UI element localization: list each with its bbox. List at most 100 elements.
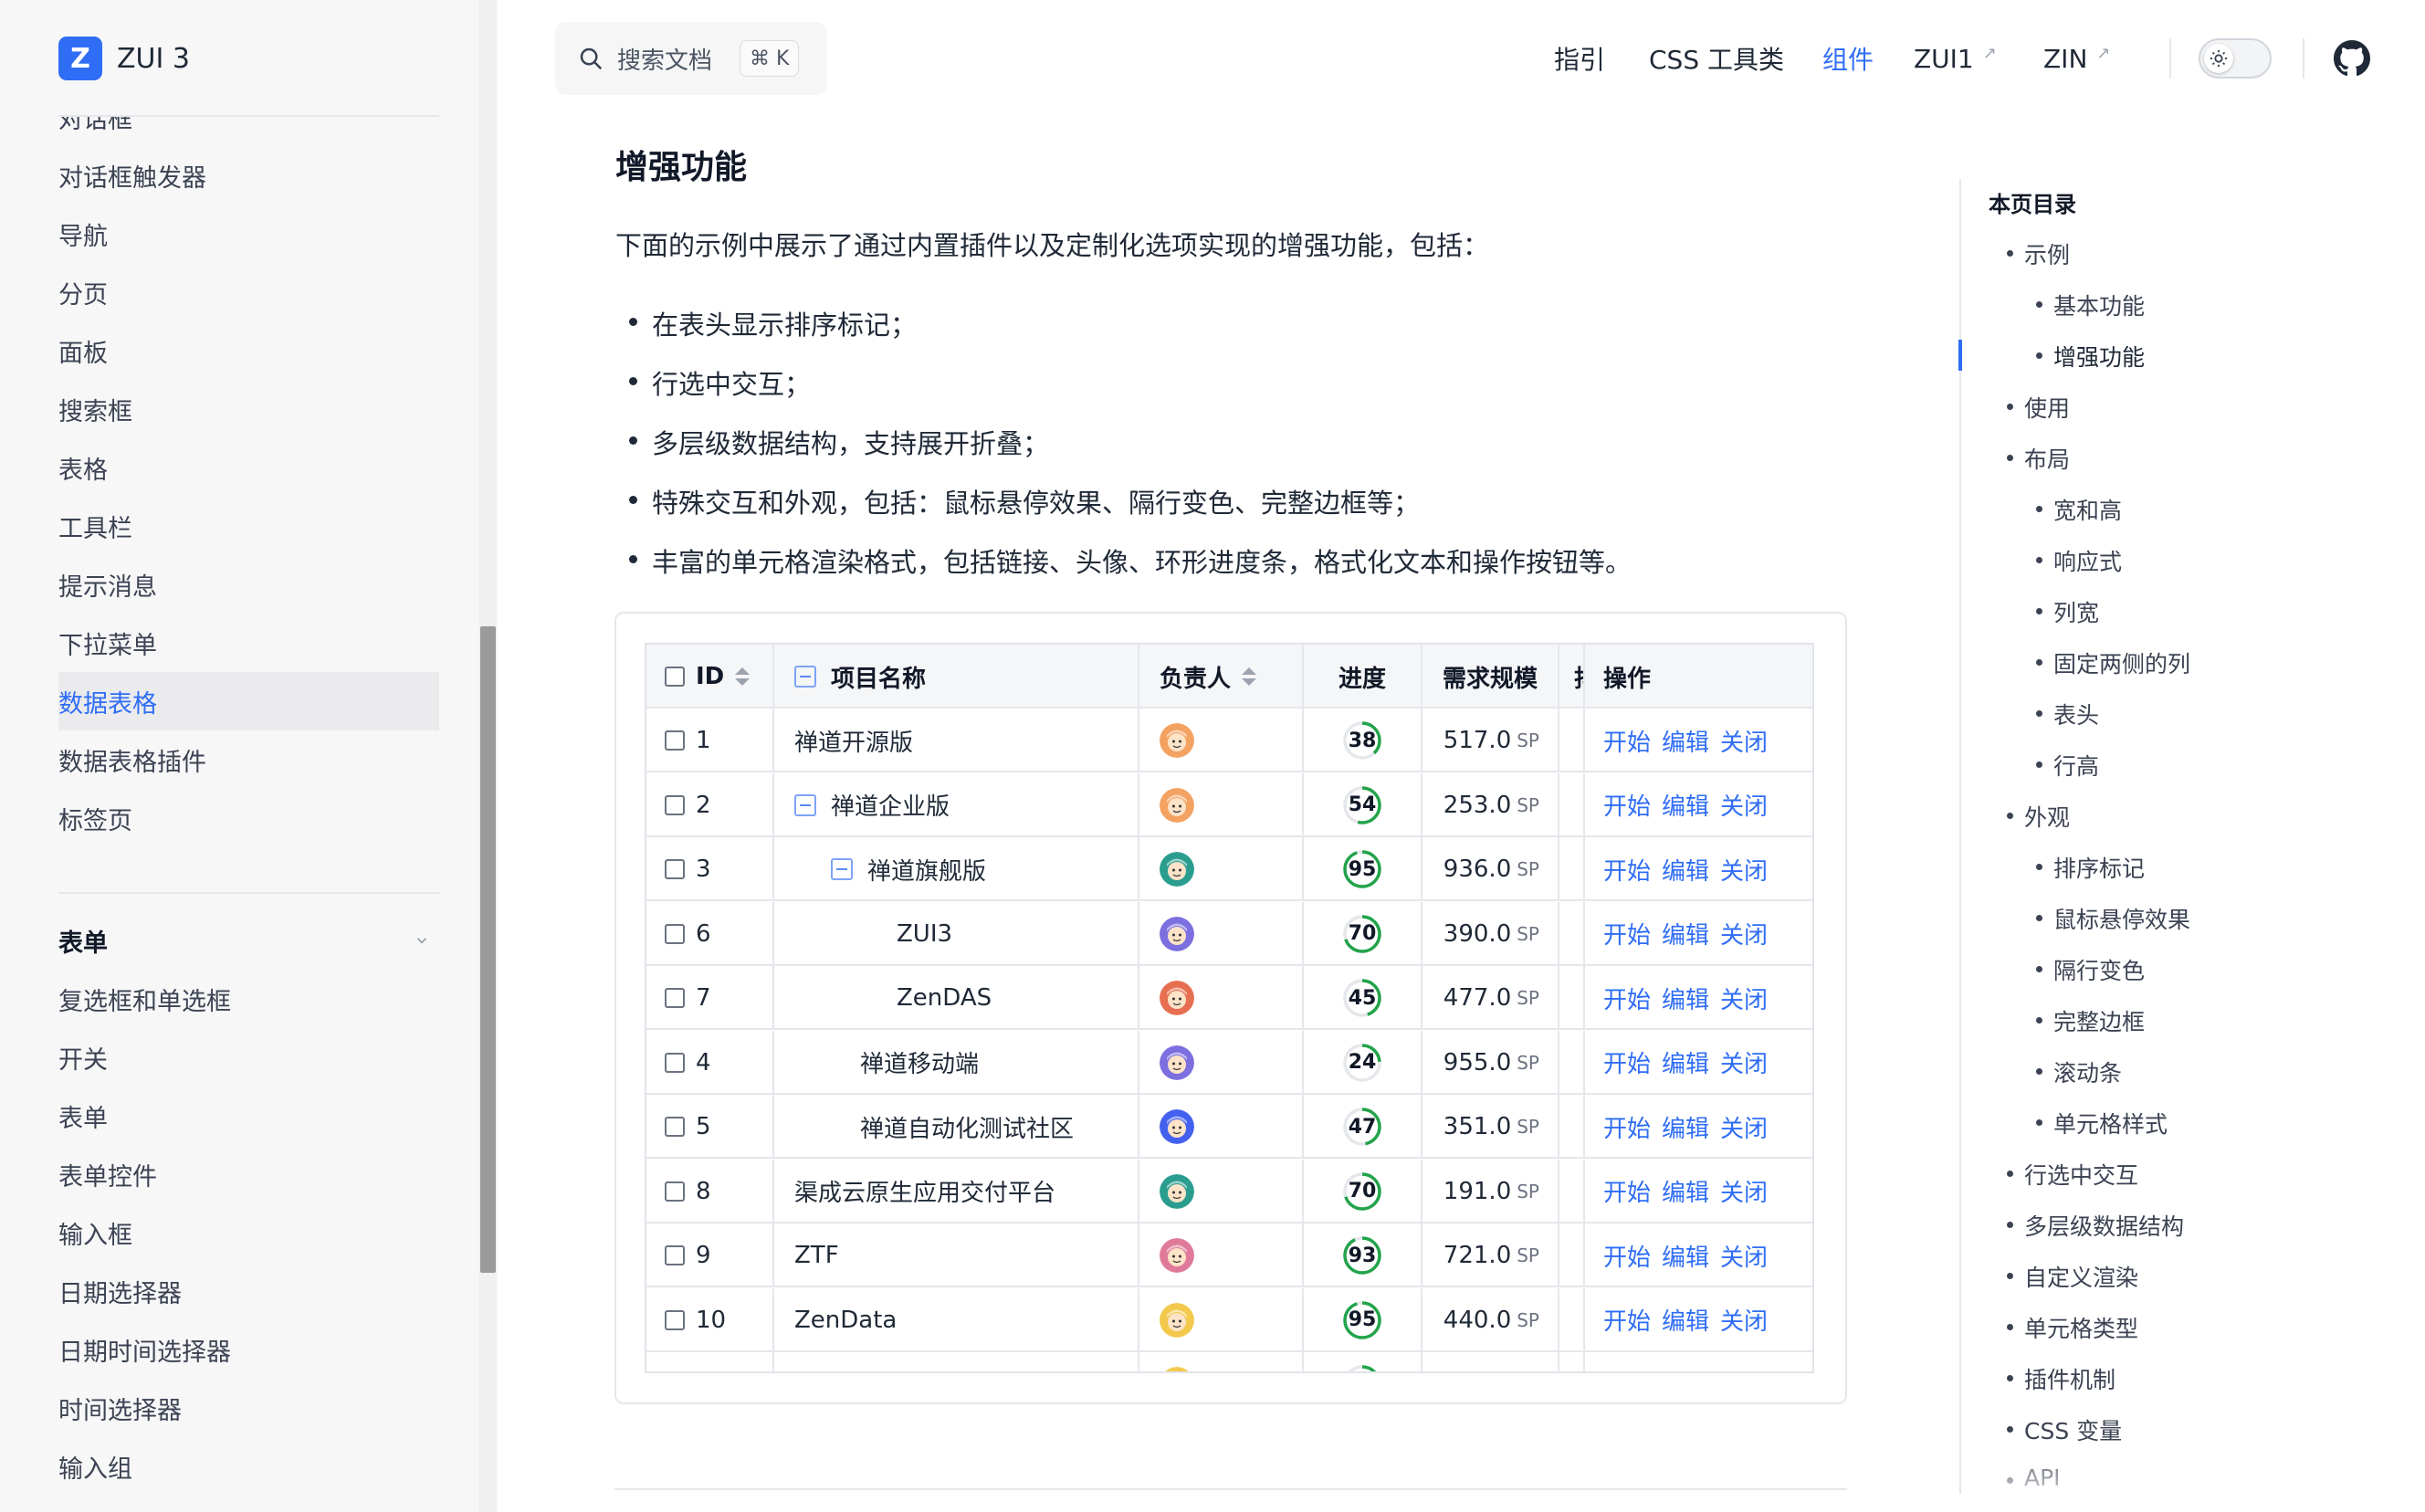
collapse-all-icon[interactable] xyxy=(794,666,816,688)
sidebar-item[interactable]: 导航 xyxy=(58,205,439,263)
edit-link[interactable]: 编辑 xyxy=(1662,917,1709,950)
top-nav-link[interactable]: ZUI1 ↗ xyxy=(1914,37,1997,80)
edit-link[interactable]: 编辑 xyxy=(1662,1110,1709,1144)
column-header-name[interactable]: 项目名称 xyxy=(774,645,1139,709)
row-checkbox[interactable] xyxy=(665,988,685,1008)
edit-link[interactable]: 编辑 xyxy=(1662,1303,1709,1337)
sidebar-item[interactable]: 表格 xyxy=(58,438,439,497)
sidebar-scrollbar-thumb[interactable] xyxy=(480,626,496,1273)
search-button[interactable]: 搜索文档 ⌘ K xyxy=(555,22,827,95)
close-link[interactable]: 关闭 xyxy=(1720,982,1768,1015)
table-row[interactable]: 4 禅道移动端 24 955.0 SP 开始 编辑 关闭 xyxy=(646,1030,1812,1095)
close-link[interactable]: 关闭 xyxy=(1720,1239,1768,1273)
sidebar-item[interactable]: 数据表格插件 xyxy=(58,730,439,789)
toc-item[interactable]: 排序标记 xyxy=(2035,851,2145,884)
theme-toggle[interactable] xyxy=(2199,38,2272,79)
select-all-checkbox[interactable] xyxy=(665,667,685,687)
start-link[interactable]: 开始 xyxy=(1603,724,1651,758)
table-row[interactable]: 10 ZenData 95 440.0 SP 开始 编辑 关闭 xyxy=(646,1287,1812,1352)
column-header-id[interactable]: ID xyxy=(646,645,774,709)
sidebar-item[interactable]: 日期时间选择器 xyxy=(58,1320,439,1379)
start-link[interactable]: 开始 xyxy=(1603,1045,1651,1079)
sidebar-item[interactable]: 工具栏 xyxy=(58,497,439,555)
sidebar-item[interactable]: 时间选择器 xyxy=(58,1379,439,1437)
close-link[interactable]: 关闭 xyxy=(1720,1174,1768,1208)
brand-logo[interactable]: Z ZUI 3 xyxy=(58,37,190,80)
close-link[interactable]: 关闭 xyxy=(1720,853,1768,887)
sidebar-item[interactable]: 输入框 xyxy=(58,1203,439,1262)
toc-item[interactable]: 布局 xyxy=(2006,442,2070,475)
row-checkbox[interactable] xyxy=(665,1245,685,1265)
toc-item[interactable]: 列宽 xyxy=(2035,595,2099,628)
sidebar-item-partial[interactable]: 对话框 xyxy=(58,117,439,146)
toc-item[interactable]: 表头 xyxy=(2035,698,2099,730)
sidebar-item[interactable]: 搜索框 xyxy=(58,380,439,438)
sidebar-item[interactable]: 表单控件 xyxy=(58,1145,439,1203)
column-header-progress[interactable]: 进度 xyxy=(1304,645,1422,709)
sidebar-item[interactable]: 提示消息 xyxy=(58,555,439,614)
edit-link[interactable]: 编辑 xyxy=(1662,1045,1709,1079)
column-header-scale[interactable]: 需求规模 xyxy=(1422,645,1559,709)
table-row[interactable]: 5 禅道自动化测试社区 47 351.0 SP 开始 编辑 关闭 xyxy=(646,1095,1812,1159)
toc-item[interactable]: 示例 xyxy=(2006,237,2070,270)
start-link[interactable]: 开始 xyxy=(1603,917,1651,950)
start-link[interactable]: 开始 xyxy=(1603,853,1651,887)
start-link[interactable]: 开始 xyxy=(1603,1239,1651,1273)
toc-item[interactable]: 自定义渲染 xyxy=(2006,1260,2138,1293)
table-row[interactable]: 1 禅道开源版 38 517.0 SP 开始 编辑 关闭 xyxy=(646,709,1812,772)
sidebar-section-form[interactable]: 表单 xyxy=(58,911,439,970)
toc-item[interactable]: 固定两侧的列 xyxy=(2035,646,2190,679)
table-row[interactable]: 8 渠成云原生应用交付平台 70 191.0 SP 开始 编辑 关闭 xyxy=(646,1159,1812,1223)
sort-icon[interactable] xyxy=(733,666,751,688)
collapse-toggle-icon[interactable] xyxy=(831,858,853,880)
table-row[interactable]: 9 ZTF 93 721.0 SP 开始 编辑 关闭 xyxy=(646,1223,1812,1287)
close-link[interactable]: 关闭 xyxy=(1720,724,1768,758)
toc-item[interactable]: 使用 xyxy=(2006,391,2070,424)
sidebar-item[interactable]: 下拉菜单 xyxy=(58,614,439,672)
toc-item[interactable]: 完整边框 xyxy=(2035,1004,2145,1037)
toc-item[interactable]: 响应式 xyxy=(2035,544,2122,577)
row-checkbox[interactable] xyxy=(665,1117,685,1137)
close-link[interactable]: 关闭 xyxy=(1720,1303,1768,1337)
top-nav-link[interactable]: 指引 xyxy=(1554,37,1605,80)
column-header-owner[interactable]: 负责人 xyxy=(1139,645,1304,709)
sidebar-item[interactable]: 复选框和单选框 xyxy=(58,970,439,1028)
sidebar-item[interactable]: 表单 xyxy=(58,1087,439,1145)
row-checkbox[interactable] xyxy=(665,859,685,879)
table-row[interactable]: 3 禅道旗舰版 95 936.0 SP 开始 编辑 关闭 xyxy=(646,837,1812,901)
row-checkbox[interactable] xyxy=(665,794,685,815)
toc-item[interactable]: 单元格样式 xyxy=(2035,1107,2168,1139)
toc-item[interactable]: 插件机制 xyxy=(2006,1362,2115,1395)
sidebar-item[interactable]: 输入组 xyxy=(58,1437,439,1496)
toc-item[interactable]: 单元格类型 xyxy=(2006,1311,2138,1344)
toc-item[interactable]: 行选中交互 xyxy=(2006,1158,2138,1191)
toc-item[interactable]: 基本功能 xyxy=(2035,289,2145,321)
toc-item[interactable]: 行高 xyxy=(2035,749,2099,782)
collapse-toggle-icon[interactable] xyxy=(794,793,816,816)
close-link[interactable]: 关闭 xyxy=(1720,917,1768,950)
toc-item[interactable]: 外观 xyxy=(2006,800,2070,833)
row-checkbox[interactable] xyxy=(665,1181,685,1202)
github-icon[interactable] xyxy=(2334,40,2370,77)
start-link[interactable]: 开始 xyxy=(1603,1303,1651,1337)
top-nav-link[interactable]: CSS 工具类 xyxy=(1649,37,1784,80)
edit-link[interactable]: 编辑 xyxy=(1662,788,1709,822)
toc-item[interactable]: CSS 变量 xyxy=(2006,1413,2122,1446)
toc-item[interactable]: 多层级数据结构 xyxy=(2006,1209,2184,1242)
start-link[interactable]: 开始 xyxy=(1603,1174,1651,1208)
close-link[interactable]: 关闭 xyxy=(1720,1110,1768,1144)
edit-link[interactable]: 编辑 xyxy=(1662,1239,1709,1273)
toc-item[interactable]: 宽和高 xyxy=(2035,493,2122,526)
sidebar-item[interactable]: 分页 xyxy=(58,263,439,321)
row-checkbox[interactable] xyxy=(665,923,685,944)
edit-link[interactable]: 编辑 xyxy=(1662,1174,1709,1208)
toc-item[interactable]: 鼠标悬停效果 xyxy=(2035,902,2190,935)
top-nav-link[interactable]: 组件 xyxy=(1822,37,1874,80)
sidebar-item[interactable]: 标签页 xyxy=(58,789,439,847)
start-link[interactable]: 开始 xyxy=(1603,1110,1651,1144)
row-checkbox[interactable] xyxy=(665,1052,685,1073)
edit-link[interactable]: 编辑 xyxy=(1662,724,1709,758)
top-nav-link[interactable]: ZIN ↗ xyxy=(2043,37,2110,80)
toc-item[interactable]: 滚动条 xyxy=(2035,1055,2122,1088)
edit-link[interactable]: 编辑 xyxy=(1662,982,1709,1015)
